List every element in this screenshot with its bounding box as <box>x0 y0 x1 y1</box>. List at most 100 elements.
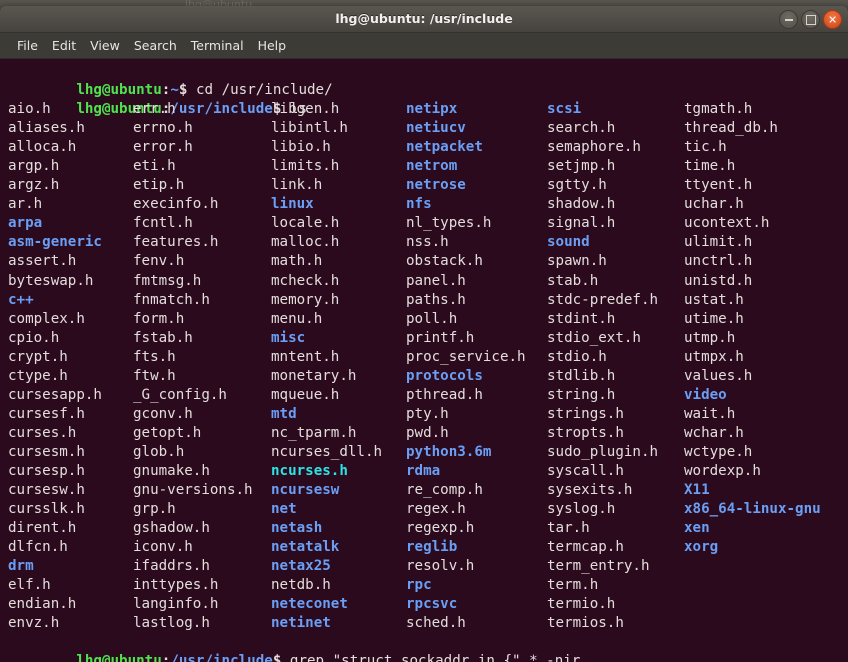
ls-entry-file: signal.h <box>547 215 616 232</box>
ls-entry-file: alloca.h <box>8 139 77 156</box>
menu-item-search[interactable]: Search <box>127 36 184 55</box>
ls-entry-file: termio.h <box>547 596 616 613</box>
ls-entry-file: sched.h <box>406 615 466 632</box>
ls-entry-file: syscall.h <box>547 463 624 480</box>
ls-entry-file: grp.h <box>133 501 176 518</box>
menu-item-file[interactable]: File <box>10 36 45 55</box>
ls-entry-file: envz.h <box>8 615 60 632</box>
ls-entry-file: resolv.h <box>406 558 475 575</box>
ls-entry-file: error.h <box>133 139 193 156</box>
minimize-button[interactable] <box>779 10 798 29</box>
ls-entry-file: math.h <box>271 253 323 270</box>
ls-entry-file: pty.h <box>406 405 449 422</box>
ls-entry-file: locale.h <box>271 215 340 232</box>
ls-entry-file: fts.h <box>133 348 176 365</box>
ls-entry-file: cpio.h <box>8 329 60 346</box>
ls-entry-file: complex.h <box>8 310 85 327</box>
ls-entry-file: time.h <box>684 158 736 175</box>
ls-entry-file: etip.h <box>133 177 185 194</box>
ls-entry-file: endian.h <box>8 596 77 613</box>
ls-entry-dir: netash <box>271 520 323 537</box>
ls-entry-file: wctype.h <box>684 443 753 460</box>
ls-entry-file: dlfcn.h <box>8 539 68 556</box>
menu-item-terminal[interactable]: Terminal <box>184 36 251 55</box>
ls-entry-file: crypt.h <box>8 348 68 365</box>
ls-entry-file: byteswap.h <box>8 272 94 289</box>
menu-item-help[interactable]: Help <box>251 36 294 55</box>
ls-entry-file: poll.h <box>406 310 458 327</box>
ls-entry-file: gconv.h <box>133 405 193 422</box>
ls-entry-file: ttyent.h <box>684 177 753 194</box>
window-title: lhg@ubuntu: /usr/include <box>335 11 513 26</box>
ls-entry-file: tic.h <box>684 139 727 156</box>
ls-entry-file: eti.h <box>133 158 176 175</box>
ls-entry-file: ustat.h <box>684 291 744 308</box>
ls-entry-file: mqueue.h <box>271 386 340 403</box>
ls-entry-dir: c++ <box>8 291 34 308</box>
ls-entry-dir: protocols <box>406 367 483 384</box>
ls-entry-file: curses.h <box>8 424 77 441</box>
maximize-button[interactable] <box>801 10 820 29</box>
ls-entry-dir: ncursesw <box>271 482 340 499</box>
ls-entry-file: libintl.h <box>271 120 348 137</box>
ls-entry-file: mcheck.h <box>271 272 340 289</box>
ls-entry-file: stdc-predef.h <box>547 291 659 308</box>
ls-entry-dir: netatalk <box>271 539 340 556</box>
ls-entry-file: inttypes.h <box>133 577 219 594</box>
close-button[interactable]: ✕ <box>823 10 842 29</box>
ls-entry-file: stdio.h <box>547 348 607 365</box>
menu-bar: File Edit View Search Terminal Help <box>0 33 848 59</box>
ls-entry-dir: sound <box>547 234 590 251</box>
ls-entry-file: spawn.h <box>547 253 607 270</box>
ls-entry-link: ncurses.h <box>271 463 348 480</box>
ls-entry-dir: xorg <box>684 539 719 556</box>
ls-entry-file: utime.h <box>684 310 744 327</box>
ls-entry-file: unctrl.h <box>684 253 753 270</box>
ls-entry-file: shadow.h <box>547 196 616 213</box>
ls-entry-file: iconv.h <box>133 539 193 556</box>
ls-entry-dir: nfs <box>406 196 432 213</box>
ls-entry-file: pwd.h <box>406 424 449 441</box>
ls-entry-file: menu.h <box>271 310 323 327</box>
ls-entry-file: argz.h <box>8 177 60 194</box>
ls-entry-file: tgmath.h <box>684 101 753 118</box>
ls-entry-file: sudo_plugin.h <box>547 443 659 460</box>
ls-entry-dir: netrom <box>406 158 458 175</box>
ls-entry-file: gnumake.h <box>133 463 210 480</box>
ls-entry-file: cursesp.h <box>8 463 85 480</box>
ls-entry-file: argp.h <box>8 158 60 175</box>
ls-entry-dir: arpa <box>8 215 43 232</box>
menu-item-edit[interactable]: Edit <box>45 36 83 55</box>
ls-entry-file: elf.h <box>8 577 51 594</box>
ls-entry-file: thread_db.h <box>684 120 778 137</box>
ls-entry-file: tar.h <box>547 520 590 537</box>
ls-entry-file: cursslk.h <box>8 501 85 518</box>
ls-entry-file: ncurses_dll.h <box>271 443 383 460</box>
terminal-output[interactable]: lhg@ubuntu:~$ cd /usr/include/ lhg@ubunt… <box>0 59 848 662</box>
menu-item-view[interactable]: View <box>83 36 127 55</box>
ls-entry-file: fcntl.h <box>133 215 193 232</box>
ls-entry-file: ctype.h <box>8 367 68 384</box>
ls-entry-file: ftw.h <box>133 367 176 384</box>
ls-entry-file: wchar.h <box>684 424 744 441</box>
terminal-line-command-1: lhg@ubuntu:~$ cd /usr/include/ <box>0 62 848 98</box>
ls-entry-file: uchar.h <box>684 196 744 213</box>
ls-entry-file: unistd.h <box>684 272 753 289</box>
ls-entry-file: aio.h <box>8 101 51 118</box>
ls-entry-file: nss.h <box>406 234 449 251</box>
ls-entry-file: langinfo.h <box>133 596 219 613</box>
ls-entry-dir: rdma <box>406 463 441 480</box>
ls-entry-file: term_entry.h <box>547 558 650 575</box>
ls-entry-file: libgen.h <box>271 101 340 118</box>
ls-entry-file: fstab.h <box>133 329 193 346</box>
title-bar[interactable]: lhg@ubuntu: /usr/include ✕ <box>0 6 848 33</box>
ls-entry-file: nc_tparm.h <box>271 424 357 441</box>
ls-entry-file: features.h <box>133 234 219 251</box>
ls-entry-file: values.h <box>684 367 753 384</box>
ls-entry-file: obstack.h <box>406 253 483 270</box>
ls-entry-file: errno.h <box>133 120 193 137</box>
ls-entry-dir: drm <box>8 558 34 575</box>
ls-entry-file: fenv.h <box>133 253 185 270</box>
ls-entry-file: stdint.h <box>547 310 616 327</box>
ls-entry-file: fnmatch.h <box>133 291 210 308</box>
